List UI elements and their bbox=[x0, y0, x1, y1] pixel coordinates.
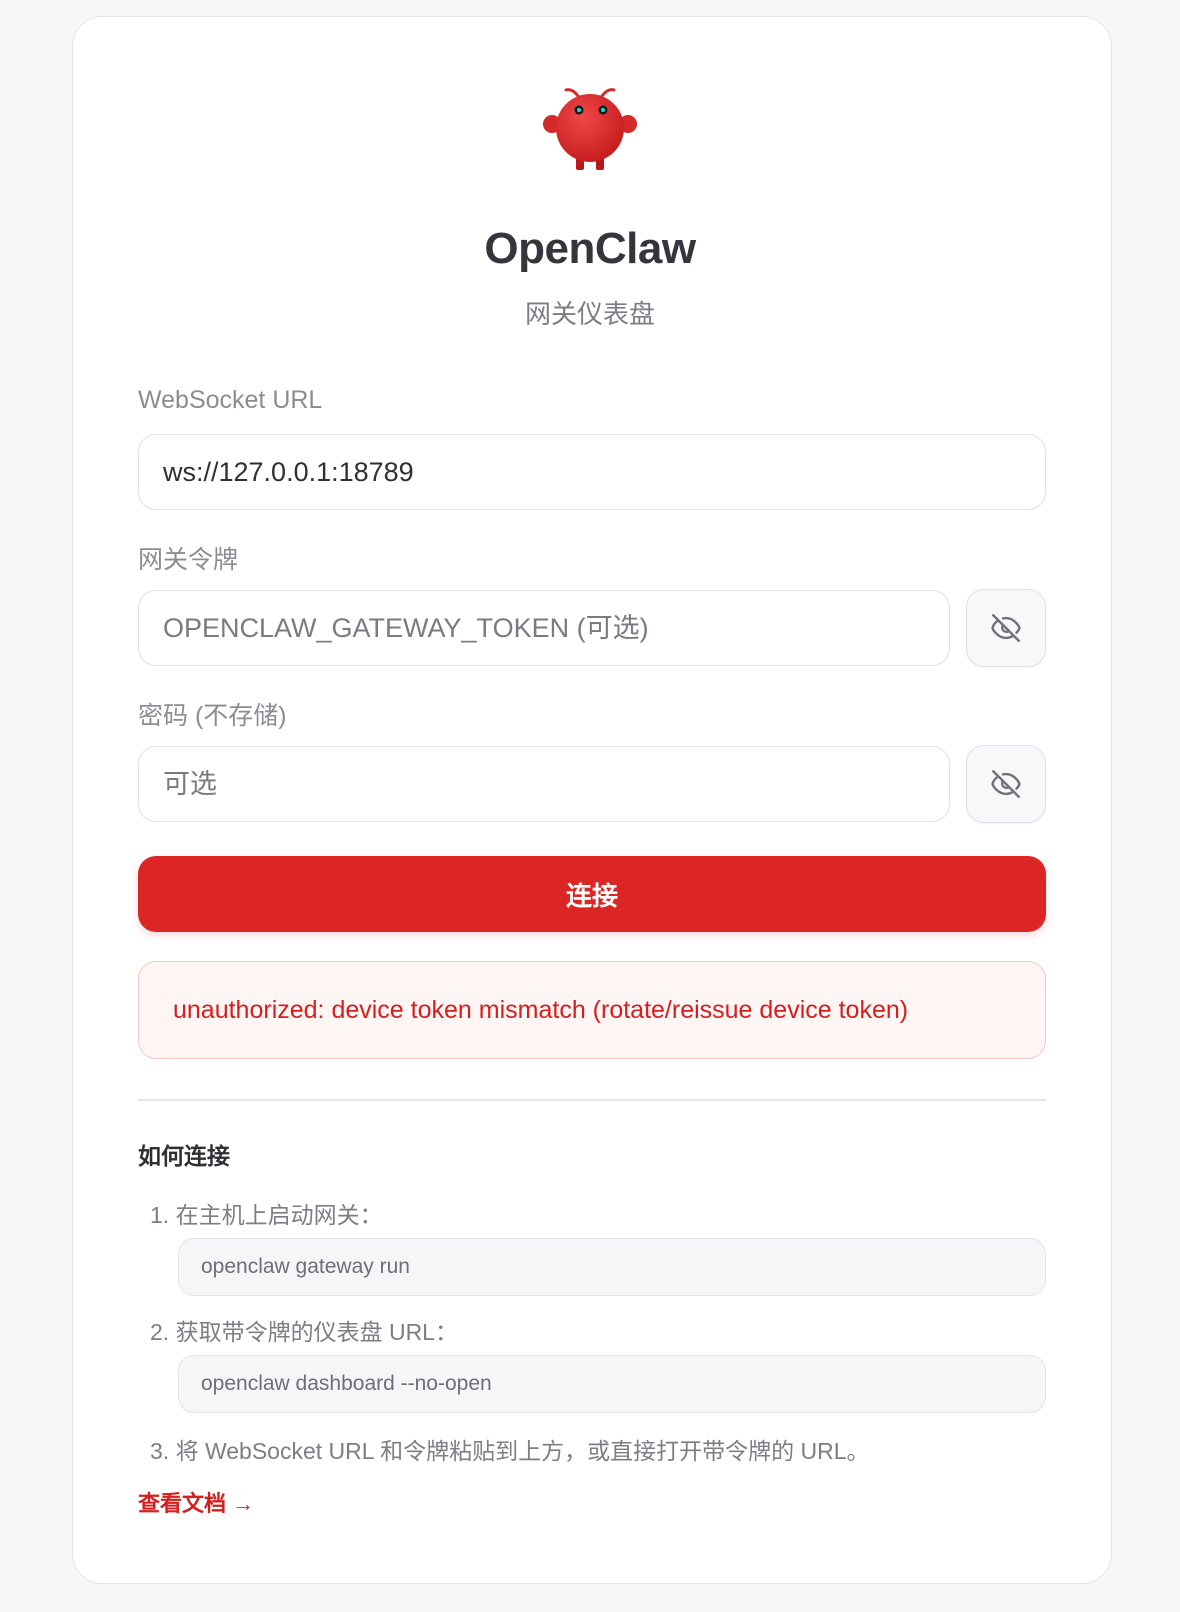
help-title: 如何连接 bbox=[138, 1143, 230, 1169]
connect-button[interactable]: 连接 bbox=[138, 856, 1046, 932]
websocket-url-input[interactable] bbox=[138, 434, 1046, 510]
help-step-3: 3. 将 WebSocket URL 和令牌粘贴到上方，或直接打开带令牌的 UR… bbox=[150, 1438, 870, 1464]
eye-off-icon bbox=[991, 770, 1021, 798]
password-input[interactable] bbox=[138, 746, 950, 822]
gateway-token-label: 网关令牌 bbox=[138, 546, 239, 574]
toggle-password-visibility-button[interactable] bbox=[966, 745, 1046, 823]
app-title: OpenClaw bbox=[484, 224, 696, 273]
code-snippet-gateway-run: openclaw gateway run bbox=[178, 1238, 1046, 1296]
help-step-1: 1. 在主机上启动网关： bbox=[150, 1202, 383, 1228]
view-docs-link[interactable]: 查看文档 → bbox=[138, 1486, 254, 1518]
code-snippet-dashboard: openclaw dashboard --no-open bbox=[178, 1355, 1046, 1413]
password-label: 密码 (不存储) bbox=[138, 702, 287, 730]
gateway-token-input[interactable] bbox=[138, 590, 950, 666]
help-step-2: 2. 获取带令牌的仪表盘 URL： bbox=[150, 1319, 458, 1345]
openclaw-mascot-icon bbox=[543, 88, 637, 170]
error-message: unauthorized: device token mismatch (rot… bbox=[138, 961, 1046, 1059]
toggle-token-visibility-button[interactable] bbox=[966, 589, 1046, 667]
app-subtitle: 网关仪表盘 bbox=[524, 299, 655, 329]
divider bbox=[138, 1099, 1046, 1101]
error-text: unauthorized: device token mismatch (rot… bbox=[173, 995, 909, 1024]
websocket-url-label: WebSocket URL bbox=[138, 386, 323, 414]
eye-off-icon bbox=[991, 614, 1021, 642]
